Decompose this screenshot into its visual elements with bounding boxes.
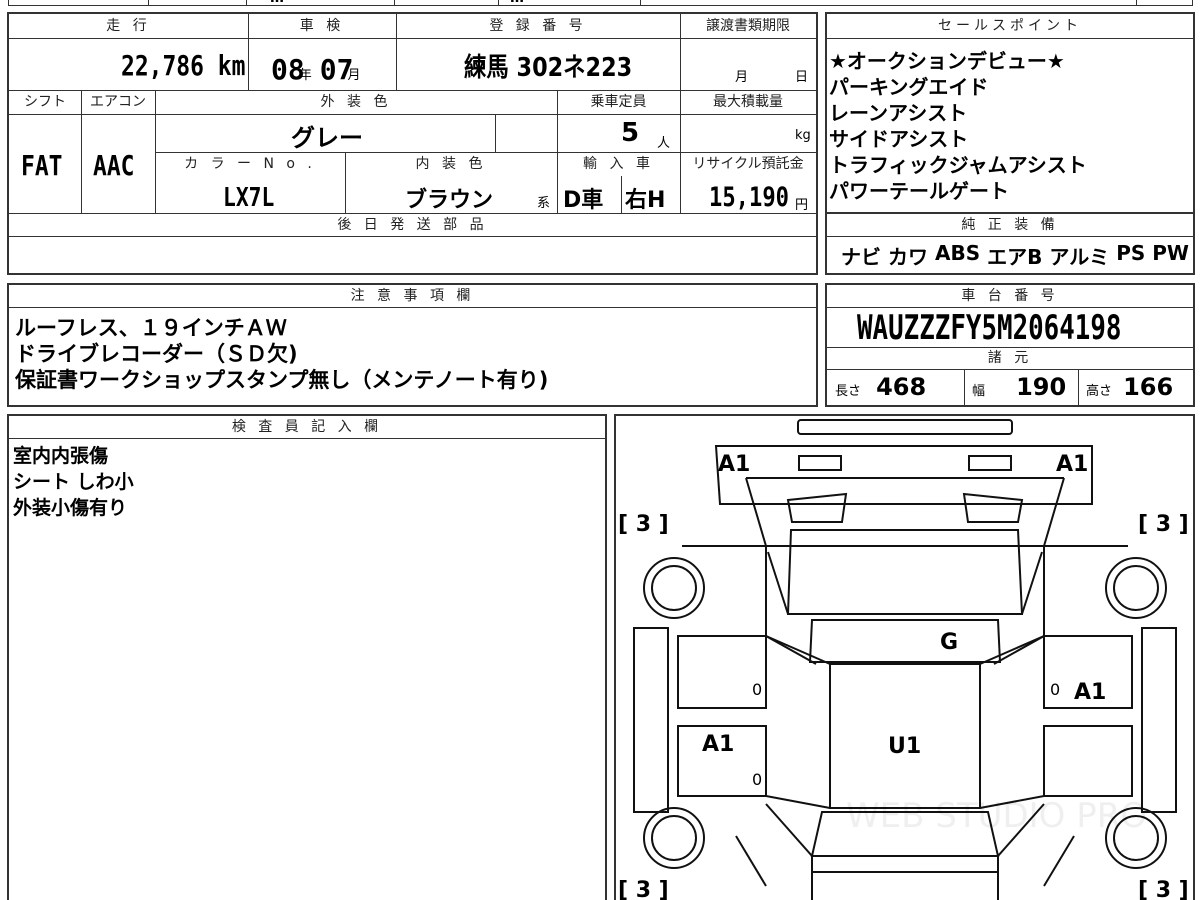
sales-point-item: ★オークションデビュー★ [829,49,1065,73]
inspector-list: 室内内張傷 シート しわ小 外装小傷有り [13,443,134,521]
interior-color-value: ブラウン [405,188,494,213]
equipment-item: エアB [987,245,1043,269]
exterior-color-value: グレー [291,124,363,152]
interior-color-suffix: 系 [537,196,551,211]
mark-windshield: G [940,630,959,655]
max-load-unit: kg [795,128,811,143]
sales-point-item: トラフィックジャムアシスト [829,153,1087,177]
spec-length: 長さ 468 [835,373,926,401]
color-no-value: LX7L [223,183,275,213]
exterior-color-label: 外 装 色 [320,94,392,110]
spec-width: 幅 190 [972,373,1066,401]
mark-tire-rr: [ 3 ] [1138,878,1189,900]
mark-front-left: A1 [718,452,751,477]
equipment-box: 純 正 装 備 ナビ カワ ABS エアB アルミ PS PW [825,212,1195,275]
aircon-value: AAC [93,149,135,182]
sales-point-item: サイドアシスト [829,127,969,151]
top-fragment-right: … [510,0,524,6]
inspection-date: 08年 07月 [271,53,361,86]
car-diagram-box: A1 A1 [ 3 ] [ 3 ] [ 3 ] [ 3 ] G U1 A1 A1… [614,414,1195,900]
chassis-number: WAUZZZFY5M2064198 [857,308,1122,348]
spec-height-value: 166 [1123,373,1174,401]
steering-value: 右H [625,188,666,213]
sales-points-list: ★オークションデビュー★ パーキングエイド レーンアシスト サイドアシスト トラ… [829,48,1087,204]
inspector-line: 室内内張傷 [13,445,109,467]
notes-title: 注 意 事 項 欄 [350,288,475,304]
mileage-label: 走 行 [106,18,151,34]
note-line: ルーフレス、１９インチＡＷ [15,316,287,340]
notes-list: ルーフレス、１９インチＡＷ ドライブレコーダー（ＳＤ欠) 保証書ワークショップス… [15,315,548,393]
inspection-label: 車 検 [299,18,345,34]
equipment-item: カワ [888,245,928,269]
specs-title: 諸 元 [987,350,1033,366]
notes-box: 注 意 事 項 欄 ルーフレス、１９インチＡＷ ドライブレコーダー（ＳＤ欠) 保… [7,283,818,407]
mark-right-door: A1 [1074,680,1107,705]
spec-width-value: 190 [1016,373,1067,401]
inspector-box: 検 査 員 記 入 欄 室内内張傷 シート しわ小 外装小傷有り [7,414,607,900]
recycle-fee-unit: 円 [795,198,809,213]
mark-tire-fr: [ 3 ] [1138,512,1189,537]
capacity-value: 5 [621,118,640,148]
interior-color-label: 内 装 色 [415,156,487,172]
delivery-parts-label: 後 日 発 送 部 品 [337,217,488,233]
mark-zero: 0 [752,770,763,789]
spec-height-label: 高さ [1086,384,1113,399]
top-strip: … … [0,0,1200,8]
mark-roof: U1 [888,734,922,759]
sales-point-item: パワーテールゲート [829,179,1009,203]
chassis-box: 車 台 番 号 WAUZZZFY5M2064198 諸 元 長さ 468 幅 1… [825,283,1195,407]
main-info-table: 走 行 車 検 登 録 番 号 譲渡書類期限 22,786 km 08年 07月 … [7,12,818,275]
equipment-list: ナビ カワ ABS エアB アルミ PS PW [841,241,1189,270]
capacity-unit: 人 [657,136,671,151]
note-line: ドライブレコーダー（ＳＤ欠) [15,342,298,366]
spec-length-label: 長さ [835,384,862,399]
registration-label: 登 録 番 号 [489,18,587,34]
equipment-item: PS [1116,241,1146,265]
transfer-deadline-label: 譲渡書類期限 [706,18,790,34]
mark-front-right: A1 [1056,452,1089,477]
max-load-label: 最大積載量 [713,94,783,110]
mark-left-door: A1 [702,732,735,757]
sales-point-item: パーキングエイド [829,75,989,99]
mileage-value: 22,786 km [121,49,246,82]
inspector-title: 検 査 員 記 入 欄 [231,419,383,435]
inspector-line: シート しわ小 [13,471,134,493]
import-label: 輸 入 車 [583,156,654,172]
watermark-text: WEB STUDIO PRO [846,796,1148,836]
color-no-label: カ ラ ー N o . [184,156,316,172]
equipment-item: PW [1152,241,1189,265]
sales-point-item: レーンアシスト [829,101,968,125]
recycle-fee-value: 15,190 [709,182,789,213]
spec-length-value: 468 [876,373,927,401]
equipment-item: アルミ [1049,245,1110,269]
registration-value: 練馬 302ネ223 [464,53,633,83]
deadline-day-unit: 日 [795,70,809,85]
spec-height: 高さ 166 [1086,373,1173,401]
equipment-item: ナビ [841,245,881,269]
equipment-title: 純 正 装 備 [961,217,1059,233]
mark-tire-fl: [ 3 ] [618,512,669,537]
spec-width-label: 幅 [972,384,986,399]
note-line: 保証書ワークショップスタンプ無し（メンテノート有り) [15,368,549,392]
mark-zero: 0 [752,680,763,699]
top-fragment-center: … [270,0,284,6]
chassis-title: 車 台 番 号 [961,288,1059,304]
equipment-item: ABS [935,241,981,265]
inspector-line: 外装小傷有り [13,497,128,519]
shift-label: シフト [24,94,66,110]
mark-tire-rl: [ 3 ] [618,878,669,900]
sales-points-box: セールスポイント ★オークションデビュー★ パーキングエイド レーンアシスト サ… [825,12,1195,214]
shift-value: FAT [21,149,63,182]
capacity-label: 乗車定員 [590,94,647,110]
deadline-month-unit: 月 [735,70,749,85]
sales-points-title: セールスポイント [938,18,1082,34]
recycle-fee-label: リサイクル預託金 [692,156,804,172]
import-value: D車 [563,188,604,213]
aircon-label: エアコン [90,94,146,110]
mark-zero: 0 [1050,680,1061,699]
